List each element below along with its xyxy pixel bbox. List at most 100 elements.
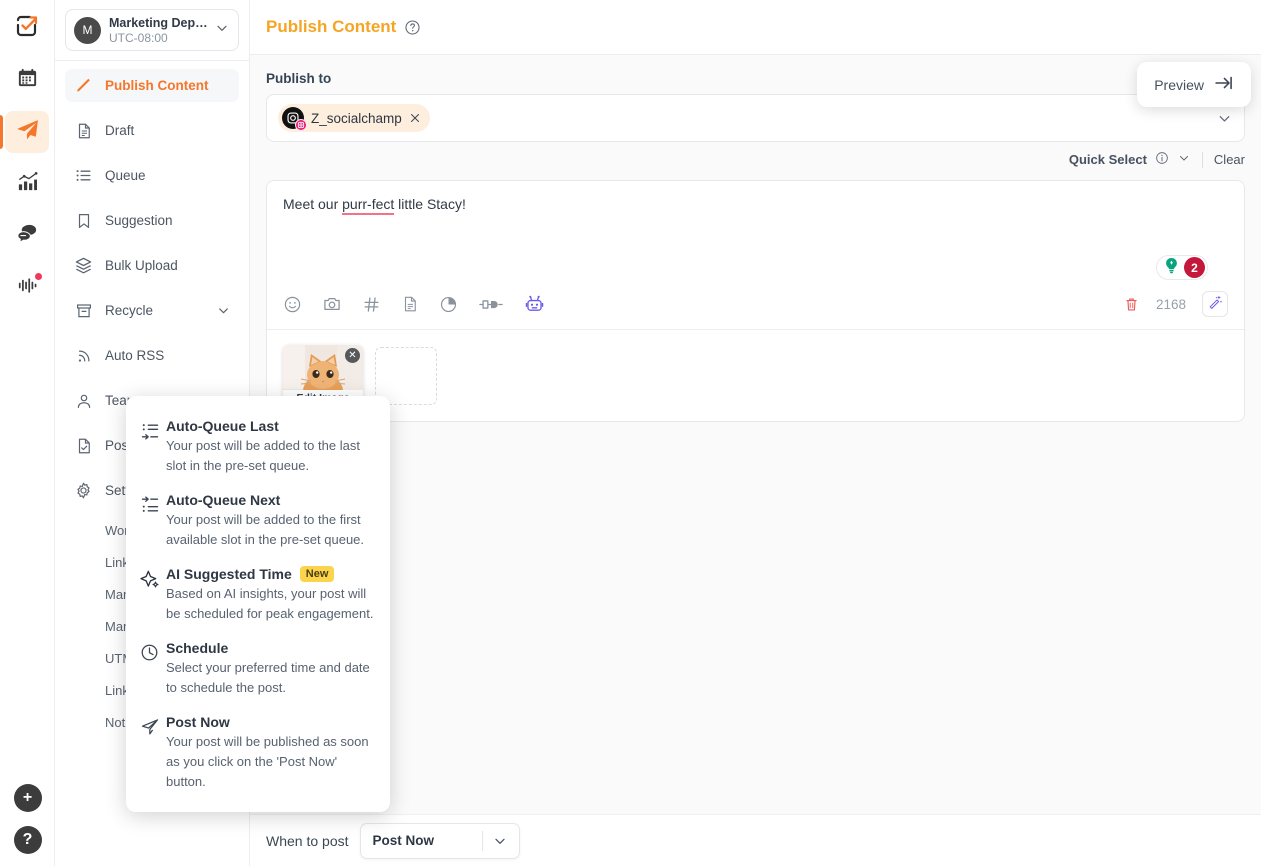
chevron-down-icon[interactable] <box>216 303 231 318</box>
menu-item-title: Schedule <box>166 640 229 656</box>
calendar-icon <box>16 66 39 94</box>
account-chip[interactable]: Z_socialchamp <box>278 104 430 132</box>
layers-icon <box>73 256 94 276</box>
sidebar-item-recycle[interactable]: Recycle <box>65 294 239 327</box>
quick-select-row: Quick Select Clear <box>266 151 1245 168</box>
idea-count-badge: 2 <box>1184 257 1205 278</box>
add-button[interactable]: + <box>13 784 42 812</box>
workspace-texts: Marketing Departm... UTC-08:00 <box>109 16 214 45</box>
camera-icon[interactable] <box>322 294 342 314</box>
accounts-select-box[interactable]: Z_socialchamp <box>266 94 1245 142</box>
sidebar-item-label: Publish Content <box>105 78 209 93</box>
content-ideas-badge[interactable]: 2 <box>1156 255 1208 280</box>
post-text-suffix: little Stacy! <box>394 196 466 212</box>
plug-icon[interactable] <box>478 295 504 314</box>
menu-item-desc: Based on AI insights, your post will be … <box>166 586 374 621</box>
menu-item-schedule[interactable]: Schedule Select your preferred time and … <box>126 632 390 706</box>
question-circle-icon[interactable] <box>404 19 421 36</box>
document-check-icon <box>73 436 94 456</box>
menu-item-title: AI Suggested Time New <box>166 566 374 582</box>
app-root: + ? M Marketing Departm... UTC-08:00 Pub… <box>0 0 1261 866</box>
sidebar-item-label: Auto RSS <box>105 348 165 363</box>
chevron-down-icon[interactable] <box>1216 110 1233 127</box>
notification-dot <box>35 273 42 280</box>
sidebar-item-publish-content[interactable]: Publish Content <box>65 69 239 102</box>
page-title: Publish Content <box>266 17 397 36</box>
pencil-icon <box>73 76 94 96</box>
workspace-timezone: UTC-08:00 <box>109 30 168 45</box>
close-icon[interactable]: ✕ <box>345 347 360 363</box>
add-media-placeholder[interactable] <box>375 346 437 405</box>
menu-item-desc: Your post will be published as soon as y… <box>166 734 369 789</box>
menu-item-desc: Your post will be added to the first ava… <box>166 512 365 547</box>
editor-toolbar: 2168 <box>267 281 1244 329</box>
rail-bottom-group: + ? <box>0 784 55 854</box>
page-footer: When to post Post Now <box>250 814 1261 866</box>
when-to-post-value: Post Now <box>372 833 435 848</box>
sidebar-item-label: Draft <box>105 123 135 138</box>
character-count: 2168 <box>1155 296 1186 312</box>
menu-item-post-now[interactable]: Post Now Your post will be published as … <box>126 706 390 800</box>
sidebar-item-queue[interactable]: Queue <box>65 159 239 192</box>
sidebar-item-label: Queue <box>105 168 146 183</box>
chat-bubbles-icon <box>16 222 39 250</box>
menu-item-body: Post Now Your post will be published as … <box>166 714 374 792</box>
rail-item-analytics[interactable] <box>5 163 49 205</box>
document-icon[interactable] <box>401 295 419 313</box>
robot-icon[interactable] <box>524 294 545 315</box>
quick-select-label[interactable]: Quick Select <box>1069 152 1147 167</box>
menu-item-title: Auto-Queue Last <box>166 418 279 434</box>
divider <box>1201 151 1203 168</box>
user-icon <box>73 391 94 411</box>
menu-item-title: Post Now <box>166 714 230 730</box>
app-logo[interactable] <box>14 13 40 44</box>
help-button[interactable]: ? <box>13 826 42 854</box>
rail-item-monitor[interactable] <box>5 267 49 309</box>
media-attachments-strip: ✕ Edit Image <box>267 329 1244 421</box>
chevron-down-icon[interactable] <box>1177 151 1191 168</box>
menu-item-auto-queue-next[interactable]: Auto-Queue Next Your post will be added … <box>126 484 390 558</box>
menu-item-body: Auto-Queue Last Your post will be added … <box>166 418 374 476</box>
rail-item-calendar[interactable] <box>5 59 49 101</box>
new-badge: New <box>299 566 335 582</box>
paper-plane-icon <box>15 117 40 147</box>
sidebar-item-label: Bulk Upload <box>105 258 178 273</box>
bar-chart-icon <box>16 170 39 198</box>
magic-wand-icon <box>1208 294 1223 314</box>
publish-content-body: Publish to Z_socialchamp Quick Select Cl… <box>250 55 1261 422</box>
menu-item-desc: Your post will be added to the last slot… <box>166 438 360 473</box>
post-text-area[interactable]: Meet our purr-fect little Stacy! <box>267 181 1244 281</box>
preview-label: Preview <box>1154 76 1204 93</box>
menu-item-title: Auto-Queue Next <box>166 492 281 508</box>
account-name: Z_socialchamp <box>311 110 402 126</box>
info-icon[interactable] <box>1155 151 1169 168</box>
clear-button[interactable]: Clear <box>1214 152 1245 167</box>
workspace-avatar: M <box>74 16 101 44</box>
emoji-icon[interactable] <box>283 295 302 314</box>
rss-icon <box>73 346 94 366</box>
menu-item-body: Schedule Select your preferred time and … <box>166 640 374 698</box>
rail-item-inbox[interactable] <box>5 215 49 257</box>
queue-last-icon <box>140 418 166 476</box>
post-text-misspelled[interactable]: purr-fect <box>342 196 395 215</box>
workspace-selector[interactable]: M Marketing Departm... UTC-08:00 <box>65 9 239 51</box>
menu-item-ai-suggested-time[interactable]: AI Suggested Time New Based on AI insigh… <box>126 558 390 632</box>
menu-item-auto-queue-last[interactable]: Auto-Queue Last Your post will be added … <box>126 410 390 484</box>
preview-button[interactable]: Preview <box>1137 62 1251 107</box>
publish-to-label: Publish to <box>266 71 332 86</box>
pie-chart-icon[interactable] <box>439 295 458 314</box>
hashtag-icon[interactable] <box>362 295 381 314</box>
sidebar-item-draft[interactable]: Draft <box>65 114 239 147</box>
magic-wand-button[interactable] <box>1202 291 1228 317</box>
sidebar-item-auto-rss[interactable]: Auto RSS <box>65 339 239 372</box>
sidebar-item-bulk-upload[interactable]: Bulk Upload <box>65 249 239 282</box>
close-icon[interactable] <box>409 112 421 124</box>
editor-toolbar-right: 2168 <box>1123 291 1228 317</box>
when-to-post-select[interactable]: Post Now <box>359 822 520 859</box>
chevron-down-icon[interactable] <box>483 833 517 849</box>
rail-item-publish[interactable] <box>0 111 49 153</box>
when-to-post-menu: Auto-Queue Last Your post will be added … <box>126 396 390 812</box>
trash-icon[interactable] <box>1123 296 1140 313</box>
clock-icon <box>140 640 166 698</box>
sidebar-item-suggestion[interactable]: Suggestion <box>65 204 239 237</box>
